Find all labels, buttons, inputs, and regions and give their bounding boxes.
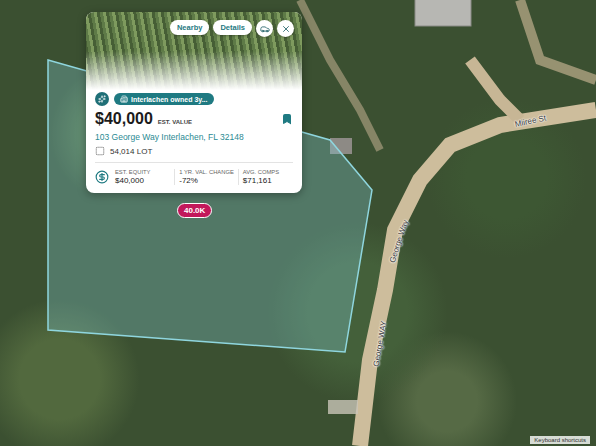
popup-button[interactable]: Nearby — [170, 20, 209, 35]
popup-button[interactable]: Details — [213, 20, 252, 35]
stat: AVG. COMPS$71,161 — [238, 169, 293, 185]
equity-icon — [95, 170, 109, 184]
stat: EST. EQUITY$40,000 — [115, 169, 170, 185]
property-popup: Nearby Details Interlachen owned 3y... $40,… — [86, 12, 302, 193]
bookmark-icon[interactable] — [281, 113, 293, 125]
parcel-outline[interactable] — [48, 60, 372, 352]
divider — [95, 162, 293, 163]
street-view-button[interactable] — [256, 20, 273, 37]
map[interactable]: Miiree StGeorge WayGeorge WAY40.0KKeyboa… — [0, 0, 596, 446]
stat: 1 YR. VAL. CHANGE-72% — [174, 169, 234, 185]
property-photo: Nearby Details — [86, 12, 302, 90]
close-icon — [281, 24, 291, 34]
price-pin[interactable]: 40.0K — [177, 203, 212, 218]
price: $40,000 — [95, 110, 153, 128]
close-button[interactable] — [277, 20, 294, 37]
building-icon — [120, 95, 128, 103]
owner-badge: Interlachen owned 3y... — [114, 93, 214, 105]
address-link[interactable]: 103 George Way Interlachen, FL 32148 — [95, 132, 293, 142]
lot-icon — [95, 146, 105, 156]
lot-size: 54,014 LOT — [110, 147, 152, 156]
price-label: EST. VALUE — [158, 119, 192, 125]
ai-icon — [95, 92, 109, 106]
attribution[interactable]: Keyboard shortcuts — [530, 436, 590, 444]
car-icon — [260, 24, 270, 34]
